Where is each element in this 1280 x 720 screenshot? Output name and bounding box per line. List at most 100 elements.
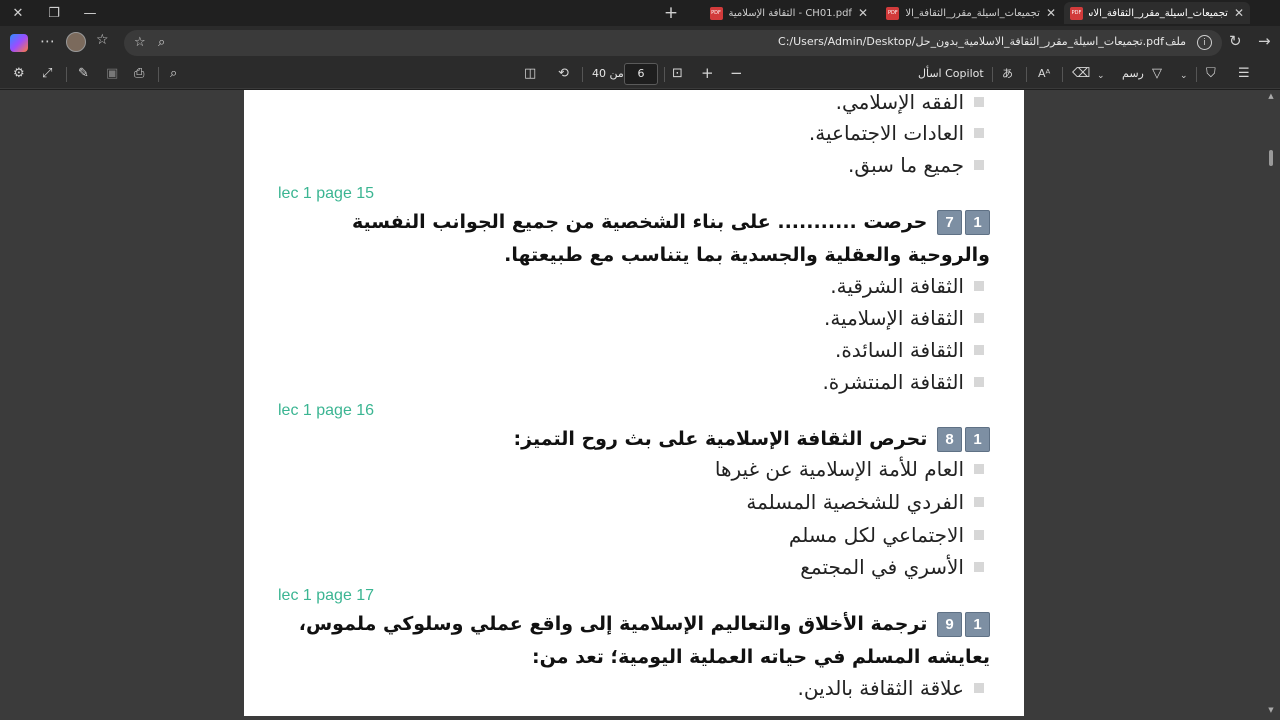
answer-option: علاقة الثقافة بالدين. (798, 676, 984, 700)
print-icon[interactable]: ⎙ (134, 66, 144, 82)
back-icon[interactable]: → (1258, 32, 1271, 50)
answer-option: الفقه الإسلامي. (836, 90, 984, 114)
close-icon[interactable]: ✕ (1046, 6, 1056, 20)
more-icon[interactable]: ⋯ (40, 32, 55, 50)
number-badge: 1 (965, 427, 990, 452)
address-file-label: ملف (1165, 35, 1186, 48)
plus-icon: + (663, 3, 679, 23)
question-text: 19 ترجمة الأخلاق والتعاليم الإسلامية إلى… (290, 608, 990, 674)
lecture-reference: lec 1 page 16 (278, 402, 375, 419)
restore-icon: ❐ (48, 5, 60, 21)
chevron-down-icon[interactable]: ⌄ (1097, 68, 1105, 84)
bullet-icon (974, 562, 984, 572)
question-body: ترجمة الأخلاق والتعاليم الإسلامية إلى وا… (298, 613, 990, 668)
page-count: من 40 (592, 67, 624, 80)
zoom-icon[interactable]: ⌕ (158, 35, 165, 50)
copilot-app-icon[interactable] (10, 34, 28, 52)
separator (1062, 67, 1063, 82)
address-url[interactable]: C:/Users/Admin/Desktop/تجميعات_اسيلة_مقر… (778, 35, 1164, 48)
separator (582, 67, 583, 82)
page-view-icon[interactable]: ◫ (524, 66, 536, 82)
close-icon: ✕ (12, 5, 24, 21)
bullet-icon (974, 683, 984, 693)
bullet-icon (974, 128, 984, 138)
ask-copilot-button[interactable]: اسأل Copilot (918, 67, 984, 80)
answer-option: العادات الاجتماعية. (809, 121, 984, 145)
zoom-out-icon[interactable]: − (730, 65, 743, 81)
question-text: 17 حرصت ........... على بناء الشخصية من … (290, 206, 990, 272)
separator (664, 67, 665, 82)
scroll-down-icon[interactable]: ▼ (1266, 706, 1276, 716)
pdf-icon: PDF (709, 6, 723, 20)
restore-window-button[interactable]: ❐ (36, 0, 72, 26)
avatar[interactable] (66, 32, 86, 52)
save-as-icon[interactable]: ✎ (78, 66, 89, 82)
answer-option: العام للأمة الإسلامية عن غيرها (715, 457, 984, 481)
text-size-icon[interactable]: Aᴬ (1038, 66, 1050, 82)
fit-page-icon[interactable]: ⊡ (672, 66, 683, 82)
star-icon[interactable]: ☆ (134, 35, 146, 50)
contents-icon[interactable]: ☰ (1238, 66, 1250, 82)
chevron-down-icon[interactable]: ⌄ (1180, 68, 1188, 84)
highlight-icon[interactable]: ⛉ (1206, 66, 1216, 82)
answer-option: الاجتماعي لكل مسلم (789, 523, 984, 547)
answer-option: الثقافة المنتشرة. (822, 370, 984, 394)
separator (1196, 67, 1197, 82)
tab-ch01[interactable]: ✕ CH01.pdf - الثقافة الإسلامية PDF (688, 2, 874, 24)
question-body: حرصت ........... على بناء الشخصية من جمي… (351, 211, 990, 266)
settings-icon[interactable]: ⚙ (13, 66, 25, 82)
bullet-icon (974, 281, 984, 291)
question-text: 18 تحرص الثقافة الإسلامية على بث روح الت… (290, 423, 990, 456)
answer-option: الأسري في المجتمع (800, 555, 984, 579)
scrollbar-thumb[interactable] (1269, 150, 1273, 166)
page-number-input[interactable]: 6 (624, 63, 658, 85)
tab-tajmeeat-2[interactable]: ✕ تجميعات_اسيلة_مقرر_الثقافة_الا PDF (876, 2, 1062, 24)
refresh-icon[interactable]: ↻ (1229, 32, 1242, 50)
answer-option: الثقافة الإسلامية. (824, 306, 984, 330)
address-row: ⋯ ☆ ☆ ⌕ C:/Users/Admin/Desktop/تجميعات_ا… (0, 26, 1280, 60)
favorites-icon[interactable]: ☆ (96, 32, 109, 48)
save-icon[interactable]: ▣ (106, 66, 118, 82)
eraser-icon[interactable]: ⌫ (1072, 66, 1090, 82)
bullet-icon (974, 530, 984, 540)
close-icon[interactable]: ✕ (1234, 6, 1244, 20)
zoom-in-icon[interactable]: + (701, 65, 714, 81)
number-badge: 1 (965, 210, 990, 235)
bullet-icon (974, 160, 984, 170)
number-badge: 1 (965, 612, 990, 637)
separator (992, 67, 993, 82)
search-icon[interactable]: ⌕ (170, 66, 177, 82)
answer-option: الثقافة الشرقية. (830, 274, 984, 298)
translate-icon[interactable]: あ (1002, 66, 1013, 82)
rotate-icon[interactable]: ⟲ (558, 66, 569, 82)
new-tab-button[interactable]: + (660, 2, 682, 24)
pdf-page: الفقه الإسلامي. العادات الاجتماعية. جميع… (244, 90, 1024, 716)
draw-button[interactable]: رسم (1122, 67, 1144, 80)
pdf-icon: PDF (1070, 6, 1083, 20)
lecture-reference: lec 1 page 15 (278, 185, 375, 202)
address-bar[interactable]: ☆ ⌕ C:/Users/Admin/Desktop/تجميعات_اسيلة… (124, 30, 1222, 56)
separator (158, 67, 159, 82)
tab-label: CH01.pdf - الثقافة الإسلامية (728, 7, 852, 19)
document-viewer[interactable]: الفقه الإسلامي. العادات الاجتماعية. جميع… (0, 90, 1280, 720)
answer-option: الثقافة السائدة. (835, 338, 984, 362)
close-icon[interactable]: ✕ (858, 6, 868, 20)
fullscreen-icon[interactable]: ⤢ (42, 66, 52, 82)
title-tab-bar: ✕ ❐ — + ✕ CH01.pdf - الثقافة الإسلامية P… (0, 0, 1280, 26)
draw-icon[interactable]: ▽ (1152, 66, 1162, 82)
lecture-reference: lec 1 page 17 (278, 587, 375, 604)
bullet-icon (974, 313, 984, 323)
answer-option: جميع ما سبق. (848, 153, 984, 177)
number-badge: 7 (937, 210, 962, 235)
tab-label: تجميعات_اسيلة_مقرر_الثقافة_الا (905, 7, 1040, 19)
close-window-button[interactable]: ✕ (0, 0, 36, 26)
info-icon[interactable]: i (1197, 35, 1212, 50)
tab-tajmeeat-active[interactable]: ✕ تجميعات_اسيلة_مقرر_الثقافة_الاسلا PDF (1064, 2, 1250, 24)
scroll-up-icon[interactable]: ▲ (1266, 92, 1276, 102)
minimize-window-button[interactable]: — (72, 0, 108, 26)
pdf-toolbar: ⚙ ⤢ ✎ ▣ ⎙ ⌕ ◫ ⟲ من 40 6 ⊡ + − اسأل Copil… (0, 60, 1280, 89)
question-body: تحرص الثقافة الإسلامية على بث روح التميز… (513, 428, 928, 450)
pdf-icon: PDF (886, 6, 900, 20)
minimize-icon: — (83, 5, 97, 21)
separator (66, 67, 67, 82)
